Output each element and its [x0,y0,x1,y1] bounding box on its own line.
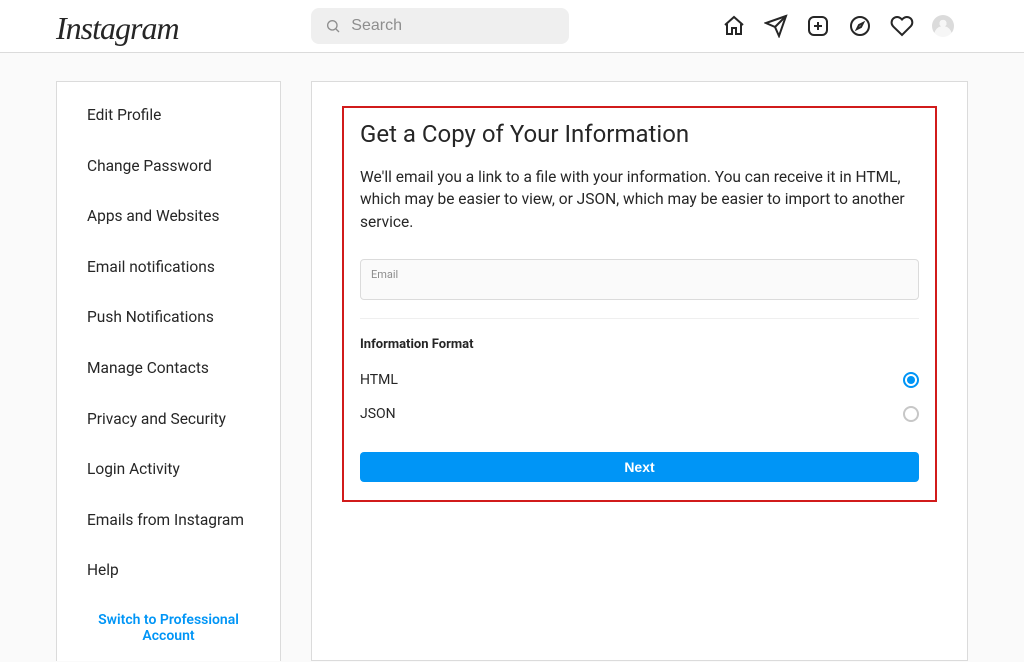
switch-professional-link[interactable]: Switch to Professional Account [57,596,280,660]
format-option-html[interactable]: HTML [360,366,919,394]
next-button[interactable]: Next [360,452,919,482]
settings-main-panel: Get a Copy of Your Information We'll ema… [311,81,968,661]
top-navbar: Instagram [0,0,1024,53]
profile-avatar[interactable] [932,15,954,37]
email-input[interactable]: Email [360,259,919,300]
sidebar-item-emails-from-instagram[interactable]: Emails from Instagram [57,495,280,546]
sidebar-item-login-activity[interactable]: Login Activity [57,444,280,495]
messenger-icon[interactable] [764,14,788,38]
email-label: Email [371,268,908,281]
sidebar-item-help[interactable]: Help [57,545,280,596]
page-title: Get a Copy of Your Information [360,120,919,148]
format-option-json-label: JSON [360,406,396,422]
sidebar-item-privacy-security[interactable]: Privacy and Security [57,394,280,445]
radio-html[interactable] [903,372,919,388]
nav-icons [722,14,954,38]
format-option-json[interactable]: JSON [360,400,919,428]
search-icon [325,18,341,34]
radio-json[interactable] [903,406,919,422]
explore-icon[interactable] [848,14,872,38]
sidebar-item-apps-websites[interactable]: Apps and Websites [57,191,280,242]
activity-heart-icon[interactable] [890,14,914,38]
settings-sidebar: Edit Profile Change Password Apps and We… [56,81,281,661]
search-input[interactable] [311,8,569,44]
sidebar-item-email-notifications[interactable]: Email notifications [57,242,280,293]
home-icon[interactable] [722,14,746,38]
download-data-section: Get a Copy of Your Information We'll ema… [342,106,937,502]
page-description: We'll email you a link to a file with yo… [360,166,919,233]
divider [360,318,919,319]
instagram-logo[interactable]: Instagram [56,10,179,47]
format-option-html-label: HTML [360,372,398,388]
sidebar-item-manage-contacts[interactable]: Manage Contacts [57,343,280,394]
format-heading: Information Format [360,337,919,352]
sidebar-item-change-password[interactable]: Change Password [57,141,280,192]
sidebar-item-push-notifications[interactable]: Push Notifications [57,292,280,343]
sidebar-item-edit-profile[interactable]: Edit Profile [57,90,280,141]
new-post-icon[interactable] [806,14,830,38]
